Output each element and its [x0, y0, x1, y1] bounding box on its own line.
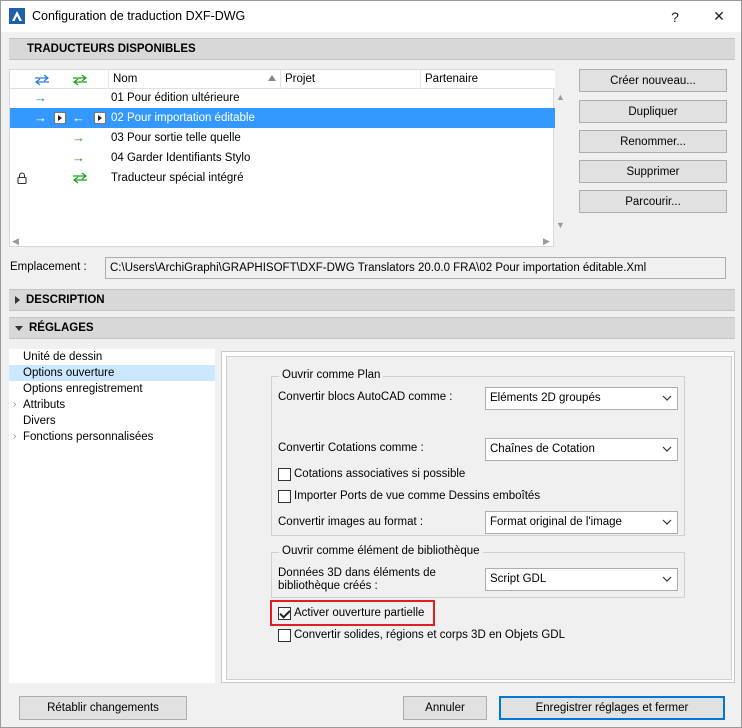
tree-item-label: Options ouverture: [23, 367, 115, 379]
convert-solids-label[interactable]: Convertir solides, régions et corps 3D e…: [294, 629, 565, 641]
two-way-green-arrow-icon[interactable]: [72, 74, 88, 86]
assoc-dims-label[interactable]: Cotations associatives si possible: [294, 468, 465, 480]
images-select-value: Format original de l'image: [490, 516, 622, 528]
tree-item-label: Attributs: [23, 399, 66, 411]
browse-button[interactable]: Parcourir...: [579, 190, 727, 213]
data3d-label-line1: Données 3D dans éléments de: [278, 567, 436, 579]
tree-item-save-options[interactable]: Options enregistrement: [9, 381, 215, 397]
translators-list[interactable]: Nom Projet Partenaire → 01 Pour édition …: [9, 69, 565, 247]
location-label: Emplacement :: [10, 261, 87, 273]
sort-ascending-icon: [268, 75, 276, 81]
settings-section-header[interactable]: RÉGLAGES: [9, 317, 735, 339]
tree-item-custom-functions[interactable]: › Fonctions personnalisées: [9, 429, 215, 445]
title-bar: Configuration de traduction DXF-DWG ? ✕: [1, 1, 741, 32]
tree-item-drawing-unit[interactable]: Unité de dessin: [9, 349, 215, 365]
expand-chevron-icon[interactable]: ›: [13, 397, 16, 413]
chevron-down-icon: [662, 446, 672, 452]
convert-solids-checkbox[interactable]: [278, 629, 291, 642]
delete-button[interactable]: Supprimer: [579, 160, 727, 183]
data3d-select-value: Script GDL: [490, 573, 547, 585]
two-way-arrow-icon: [73, 172, 87, 184]
column-header-name[interactable]: Nom: [108, 70, 280, 89]
description-section-header[interactable]: DESCRIPTION: [9, 289, 735, 311]
chevron-down-icon: [662, 395, 672, 401]
collapse-triangle-icon: [15, 325, 23, 331]
tree-item-label: Divers: [23, 415, 56, 427]
blocks-select-value: Eléments 2D groupés: [490, 392, 601, 404]
settings-tree[interactable]: Unité de dessin Options ouverture Option…: [9, 349, 215, 683]
tree-item-label: Options enregistrement: [23, 383, 143, 395]
data3d-label-line2: bibliothèque créés :: [278, 580, 378, 592]
translators-section-title: TRADUCTEURS DISPONIBLES: [27, 43, 196, 55]
data3d-select[interactable]: Script GDL: [485, 568, 678, 591]
blocks-label: Convertir blocs AutoCAD comme :: [278, 391, 453, 403]
translator-row-selected[interactable]: → ← 02 Pour importation éditable: [10, 108, 555, 128]
tree-item-label: Fonctions personnalisées: [23, 431, 154, 443]
assoc-dims-checkbox[interactable]: [278, 468, 291, 481]
duplicate-button[interactable]: Dupliquer: [579, 100, 727, 123]
import-arrow-icon: ←: [72, 110, 85, 125]
import-ports-checkbox[interactable]: [278, 490, 291, 503]
dialog-window: Configuration de traduction DXF-DWG ? ✕ …: [0, 0, 742, 728]
expand-chevron-icon[interactable]: ›: [13, 429, 16, 445]
help-button[interactable]: ?: [653, 1, 697, 32]
chevron-down-icon: [662, 576, 672, 582]
play-icon[interactable]: [54, 112, 66, 124]
open-as-library-title: Ouvrir comme élément de bibliothèque: [279, 545, 483, 557]
dims-select-value: Chaînes de Cotation: [490, 443, 595, 455]
translators-section-header[interactable]: TRADUCTEURS DISPONIBLES: [9, 38, 735, 60]
partial-open-highlight: [270, 600, 435, 626]
play-icon[interactable]: [94, 112, 106, 124]
location-path-field: C:\Users\ArchiGraphi\GRAPHISOFT\DXF-DWG …: [105, 257, 726, 279]
translator-name: 02 Pour importation éditable: [111, 112, 255, 124]
dims-label: Convertir Cotations comme :: [278, 442, 424, 454]
settings-section-title: RÉGLAGES: [29, 322, 94, 334]
description-section-title: DESCRIPTION: [26, 294, 105, 306]
window-title: Configuration de traduction DXF-DWG: [32, 9, 246, 23]
translator-row[interactable]: → 04 Garder Identifiants Stylo: [10, 148, 555, 168]
scroll-left-icon[interactable]: ◀: [12, 236, 19, 247]
close-button[interactable]: ✕: [697, 1, 741, 32]
translator-row[interactable]: Traducteur spécial intégré: [10, 168, 555, 188]
import-ports-label[interactable]: Importer Ports de vue comme Dessins embo…: [294, 490, 540, 502]
translator-name: Traducteur spécial intégré: [111, 172, 244, 184]
translators-list-header: Nom Projet Partenaire: [10, 70, 555, 89]
cancel-button[interactable]: Annuler: [403, 696, 487, 720]
scroll-down-icon[interactable]: ▼: [556, 220, 565, 230]
open-as-plan-title: Ouvrir comme Plan: [279, 369, 384, 381]
column-header-project[interactable]: Projet: [280, 70, 420, 89]
create-new-button[interactable]: Créer nouveau...: [579, 69, 727, 92]
two-way-blue-arrow-icon[interactable]: [34, 74, 50, 86]
translator-row[interactable]: → 01 Pour édition ultérieure: [10, 88, 555, 108]
export-arrow-icon: →: [72, 130, 85, 145]
rename-button[interactable]: Renommer...: [579, 130, 727, 153]
scroll-right-icon[interactable]: ▶: [543, 236, 550, 247]
export-arrow-icon: →: [34, 110, 47, 125]
tree-item-open-options[interactable]: Options ouverture: [9, 365, 215, 381]
export-arrow-icon: →: [72, 150, 85, 165]
scroll-up-icon[interactable]: ▲: [556, 92, 565, 102]
column-header-partner[interactable]: Partenaire: [420, 70, 544, 89]
blocks-select[interactable]: Eléments 2D groupés: [485, 387, 678, 410]
translator-name: 04 Garder Identifiants Stylo: [111, 152, 251, 164]
images-label: Convertir images au format :: [278, 516, 424, 528]
images-select[interactable]: Format original de l'image: [485, 511, 678, 534]
dims-select[interactable]: Chaînes de Cotation: [485, 438, 678, 461]
save-and-close-button[interactable]: Enregistrer réglages et fermer: [499, 696, 725, 720]
archicad-app-icon: [9, 8, 25, 24]
expand-triangle-icon: [15, 296, 20, 304]
reset-changes-button[interactable]: Rétablir changements: [19, 696, 187, 720]
translator-name: 01 Pour édition ultérieure: [111, 92, 240, 104]
export-arrow-icon: →: [34, 90, 47, 105]
tree-item-attributes[interactable]: › Attributs: [9, 397, 215, 413]
translator-row[interactable]: → 03 Pour sortie telle quelle: [10, 128, 555, 148]
translator-name: 03 Pour sortie telle quelle: [111, 132, 241, 144]
lock-icon: [17, 172, 27, 184]
chevron-down-icon: [662, 519, 672, 525]
tree-item-label: Unité de dessin: [23, 351, 103, 363]
tree-item-misc[interactable]: Divers: [9, 413, 215, 429]
